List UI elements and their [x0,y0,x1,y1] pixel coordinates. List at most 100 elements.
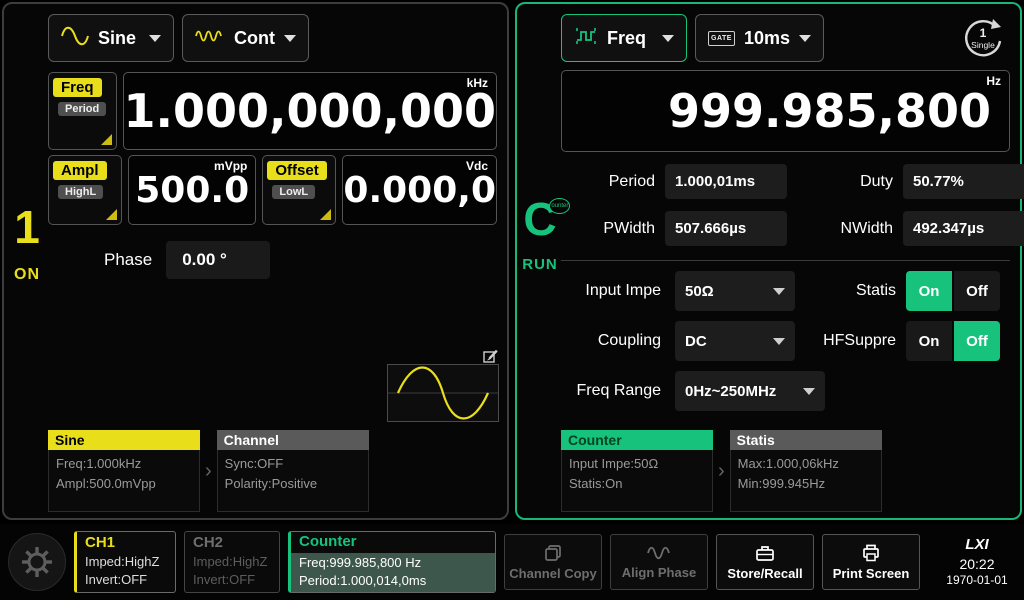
waveform-dropdown[interactable]: Sine [48,14,174,62]
preview-sine-wave-icon [388,365,498,421]
period-label: Period [567,173,655,191]
sine-card-body: Freq:1.000kHz Ampl:500.0mVpp [48,450,200,512]
offset-display[interactable]: Vdc 0.000,0 [342,155,497,225]
statis-toggle: On Off [906,271,1000,311]
counter-mode-dropdown[interactable]: Freq [561,14,687,62]
chevron-down-icon [773,288,785,295]
sine-card-ampl: Ampl:500.0mVpp [56,474,192,494]
counter-status-freq: Freq:999.985,800 Hz [299,554,487,572]
brand-logo[interactable] [8,533,66,591]
counter-info-card[interactable]: Counter Input Impe:50Ω Statis:On [561,430,713,512]
ch1-status-invert: Invert:OFF [85,571,167,589]
input-impedance-row: Input Impe 50Ω Statis On Off [561,271,1010,311]
offset-value: 0.000,0 [343,170,496,211]
ch2-status-title: CH2 [193,534,271,553]
waveform-preview[interactable] [387,364,499,422]
hfsuppre-group: HFSuppre On Off [823,321,1000,361]
printer-icon [861,543,881,563]
channel-card-title: Channel [217,430,369,450]
phase-row: Phase 0.00 ° [48,241,497,279]
bottom-bar: CH1 Imped:HighZ Invert:OFF CH2 Imped:Hig… [0,524,1024,600]
statis-on-button[interactable]: On [906,271,952,311]
offset-param-label: Offset [267,161,326,180]
counter-main-display: Hz 999.985,800 [561,70,1010,152]
gear-icon [20,545,54,579]
ch1-status-card[interactable]: CH1 Imped:HighZ Invert:OFF [74,531,176,593]
input-impedance-value: 50Ω [685,283,714,300]
lowlevel-alt-badge: LowL [272,185,315,199]
frequency-row: Freq Period kHz 1.000,000,000 [48,72,497,150]
statis-group: Statis On Off [856,271,1000,311]
copy-icon [543,543,563,563]
offset-unit: Vdc [466,159,488,173]
fine-tune-icon [106,209,117,220]
channel1-panel: 1 ON Sine Cont [2,2,509,520]
duty-value: 50.77% [903,164,1024,199]
instrument-screen: 1 ON Sine Cont [0,0,1024,600]
channel1-strip: 1 ON [8,204,46,284]
ch2-status-card[interactable]: CH2 Imped:HighZ Invert:OFF [184,531,280,593]
system-status: LXI 20:22 1970-01-01 [938,535,1016,588]
channel1-state-badge: ON [8,266,46,284]
frequency-unit: kHz [467,76,488,90]
hfsuppre-on-button[interactable]: On [906,321,952,361]
freq-range-value: 0Hz~250MHz [685,383,776,400]
hfsuppre-off-button[interactable]: Off [954,321,1000,361]
freq-measure-icon [574,25,598,52]
gate-time-dropdown[interactable]: GATE 10ms [695,14,824,62]
align-phase-button[interactable]: Align Phase [610,534,708,590]
ch2-status-imped: Imped:HighZ [193,553,271,571]
channel-info-card[interactable]: Channel Sync:OFF Polarity:Positive [217,430,369,512]
gate-time-value: 10ms [744,28,790,49]
nwidth-label: NWidth [797,220,893,238]
freq-param-button[interactable]: Freq Period [48,72,117,150]
channel-copy-button[interactable]: Channel Copy [504,534,602,590]
pwidth-value: 507.666µs [665,211,787,246]
print-screen-label: Print Screen [833,566,910,581]
coupling-select[interactable]: DC [675,321,795,361]
highlevel-alt-badge: HighL [58,185,103,199]
single-label: Single [971,41,995,50]
print-screen-button[interactable]: Print Screen [822,534,920,590]
frequency-display[interactable]: kHz 1.000,000,000 [123,72,498,150]
sine-card-freq: Freq:1.000kHz [56,454,192,474]
run-mode-dropdown[interactable]: Cont [182,14,309,62]
amplitude-value: 500.0 [135,170,249,211]
ch2-status-invert: Invert:OFF [193,571,271,589]
channel1-info-strip: Sine Freq:1.000kHz Ampl:500.0mVpp Channe… [48,430,501,512]
sine-info-card[interactable]: Sine Freq:1.000kHz Ampl:500.0mVpp [48,430,200,512]
counter-dropdown-row: Freq GATE 10ms 1 [561,14,1010,62]
freq-range-select[interactable]: 0Hz~250MHz [675,371,825,411]
chevron-down-icon [149,35,161,42]
counter-logo: C ounter [523,196,556,242]
channel1-number: 1 [8,204,46,250]
statis-info-card[interactable]: Statis Max:1.000,06kHz Min:999.945Hz [730,430,882,512]
amplitude-unit: mVpp [214,159,247,173]
amplitude-display[interactable]: mVpp 500.0 [128,155,256,225]
align-phase-label: Align Phase [622,565,696,580]
edit-icon[interactable] [483,349,498,369]
frequency-value: 1.000,000,000 [124,84,497,138]
counter-card-title: Counter [561,430,713,450]
statis-off-button[interactable]: Off [954,271,1000,311]
counter-panel: C ounter RUN Freq GATE 10m [515,2,1022,520]
store-recall-button[interactable]: Store/Recall [716,534,814,590]
clock-time: 20:22 [938,555,1016,573]
input-impedance-select[interactable]: 50Ω [675,271,795,311]
phase-input[interactable]: 0.00 ° [166,241,270,279]
ampl-param-button[interactable]: Ampl HighL [48,155,122,225]
counter-status-body: Freq:999.985,800 Hz Period:1.000,014,0ms [291,553,495,593]
amplitude-offset-row: Ampl HighL mVpp 500.0 Offset LowL Vd [48,155,497,225]
phase-wave-icon [647,544,671,562]
counter-measurements: Period 1.000,01ms Duty 50.77% PWidth 507… [567,164,1010,246]
counter-mode-label: Freq [607,28,646,49]
gate-icon: GATE [708,31,735,46]
offset-param-button[interactable]: Offset LowL [262,155,336,225]
statis-card-max: Max:1.000,06kHz [738,454,874,474]
counter-status-card[interactable]: Counter Freq:999.985,800 Hz Period:1.000… [288,531,496,593]
settings-divider [561,260,1010,261]
duty-label: Duty [797,173,893,191]
single-trigger-button[interactable]: 1 Single [960,15,1006,61]
fine-tune-icon [320,209,331,220]
statis-label: Statis [856,282,896,300]
